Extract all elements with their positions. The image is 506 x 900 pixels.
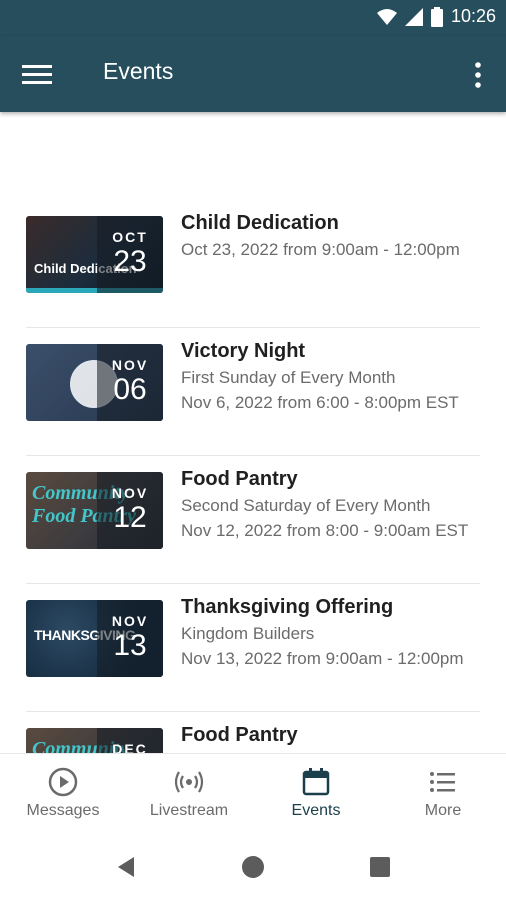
- status-icons: 10:26: [376, 6, 496, 27]
- event-item[interactable]: Community Food Pantry NOV 12 Food Pantry…: [26, 456, 480, 584]
- event-thumbnail: Child Dedication OCT 23: [26, 216, 163, 293]
- calendar-icon: [302, 768, 330, 796]
- event-line1: First Sunday of Every Month: [181, 368, 396, 387]
- thumb-month: NOV: [111, 485, 149, 501]
- thumb-day: 13: [113, 629, 147, 662]
- recents-icon[interactable]: [366, 853, 394, 881]
- wifi-icon: [376, 8, 397, 25]
- event-title: Food Pantry: [181, 724, 298, 746]
- event-thumbnail: Community Food Pantry NOV 12: [26, 472, 163, 549]
- event-line2: Nov 6, 2022 from 6:00 - 8:00pm EST: [181, 393, 459, 412]
- event-title: Victory Night: [181, 340, 306, 362]
- event-title: Child Dedication: [181, 212, 339, 234]
- event-item[interactable]: NOV 06 Victory Night First Sunday of Eve…: [26, 328, 480, 456]
- event-thumbnail: Community DEC: [26, 728, 163, 753]
- home-icon[interactable]: [239, 853, 267, 881]
- list-icon: [430, 772, 455, 792]
- thumb-date: NOV 13: [97, 600, 163, 677]
- thumb-day: 06: [113, 373, 147, 406]
- thumb-date: NOV 12: [97, 472, 163, 549]
- play-circle-icon: [48, 767, 78, 797]
- thumb-date: NOV 06: [97, 344, 163, 421]
- event-thumbnail: NOV 06: [26, 344, 163, 421]
- status-time: 10:26: [450, 6, 496, 26]
- tab-label: Livestream: [149, 802, 229, 819]
- event-text: Child Dedication Oct 23, 2022 from 9:00a…: [181, 212, 481, 260]
- menu-icon[interactable]: [22, 59, 54, 91]
- event-line2: Nov 12, 2022 from 8:00 - 9:00am EST: [181, 521, 469, 540]
- event-line1: Oct 23, 2022 from 9:00am - 12:00pm: [181, 240, 460, 259]
- event-line2: Nov 13, 2022 from 9:00am - 12:00pm: [181, 649, 464, 668]
- status-bar: 10:26: [0, 0, 506, 36]
- thumb-date: DEC: [97, 728, 163, 753]
- bottom-nav: Messages Livestream Events More: [0, 753, 506, 834]
- thumb-day: 12: [113, 501, 147, 534]
- tab-label: Messages: [26, 802, 100, 819]
- event-title: Thanksgiving Offering: [181, 596, 394, 618]
- event-item[interactable]: Child Dedication OCT 23 Child Dedication…: [26, 200, 480, 328]
- thumb-month: NOV: [111, 613, 149, 629]
- page-title: Events: [103, 58, 174, 84]
- thumb-date: OCT 23: [97, 216, 163, 293]
- tab-label: Events: [291, 802, 341, 819]
- tab-label: More: [424, 802, 462, 819]
- system-nav-bar: [0, 833, 506, 900]
- event-text: Food Pantry: [181, 724, 481, 747]
- event-text: Thanksgiving Offering Kingdom Builders N…: [181, 596, 481, 669]
- event-line1: Second Saturday of Every Month: [181, 496, 431, 515]
- event-text: Food Pantry Second Saturday of Every Mon…: [181, 468, 481, 541]
- event-item[interactable]: Community DEC Food Pantry: [26, 712, 480, 753]
- overflow-menu-icon[interactable]: [468, 60, 488, 90]
- tab-more[interactable]: More: [380, 754, 506, 834]
- event-list: Child Dedication OCT 23 Child Dedication…: [0, 200, 506, 753]
- thumb-month: OCT: [112, 229, 148, 245]
- event-thumbnail: THANKSGIVING NOV 13: [26, 600, 163, 677]
- event-item[interactable]: THANKSGIVING NOV 13 Thanksgiving Offerin…: [26, 584, 480, 712]
- signal-icon: [404, 7, 423, 26]
- event-text: Victory Night First Sunday of Every Mont…: [181, 340, 481, 413]
- event-line1: Kingdom Builders: [181, 624, 315, 643]
- tab-messages[interactable]: Messages: [0, 754, 126, 834]
- broadcast-icon: [174, 771, 204, 793]
- event-title: Food Pantry: [181, 468, 298, 490]
- back-icon[interactable]: [112, 853, 140, 881]
- thumb-month: DEC: [112, 741, 148, 753]
- app-bar: Events: [0, 36, 506, 112]
- thumb-month: NOV: [111, 357, 149, 373]
- thumb-day: 23: [113, 245, 147, 278]
- battery-icon: [430, 6, 443, 27]
- tab-events[interactable]: Events: [253, 754, 379, 834]
- tab-livestream[interactable]: Livestream: [126, 754, 252, 834]
